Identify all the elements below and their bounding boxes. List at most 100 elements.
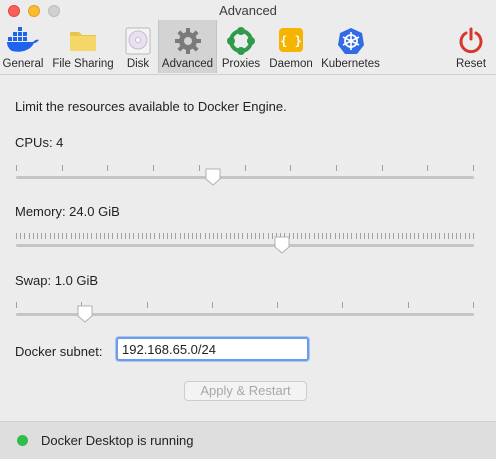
slider-tick (339, 233, 340, 239)
slider-tick (469, 233, 470, 239)
tab-disk-label: Disk (126, 58, 150, 70)
slider-tick (293, 233, 294, 239)
memory-slider-ticks (16, 233, 474, 241)
cpus-slider[interactable] (16, 165, 474, 191)
tab-disk[interactable]: Disk (121, 20, 155, 73)
slider-tick (368, 233, 369, 239)
slider-tick (125, 233, 126, 239)
slider-tick (456, 233, 457, 239)
slider-tick (427, 233, 428, 239)
slider-tick (330, 233, 331, 239)
slider-tick (385, 233, 386, 239)
tab-proxies-label: Proxies (221, 58, 261, 70)
slider-tick (112, 233, 113, 239)
tab-daemon[interactable]: { } Daemon (266, 20, 316, 73)
slider-tick (414, 233, 415, 239)
slider-tick (159, 233, 160, 239)
slider-tick (104, 233, 105, 239)
slider-tick (277, 302, 278, 308)
slider-tick (247, 233, 248, 239)
swap-slider-thumb[interactable] (76, 305, 94, 323)
slider-tick (408, 302, 409, 308)
slider-tick (389, 233, 390, 239)
slider-tick (326, 233, 327, 239)
slider-tick (402, 233, 403, 239)
slider-tick (91, 233, 92, 239)
slider-tick (309, 233, 310, 239)
slider-tick (314, 233, 315, 239)
window-title: Advanced (219, 3, 277, 18)
apply-restart-button[interactable]: Apply & Restart (184, 381, 307, 401)
slider-tick (75, 233, 76, 239)
slider-tick (20, 233, 21, 239)
slider-tick (377, 233, 378, 239)
docker-whale-icon (7, 27, 39, 52)
slider-tick (107, 165, 108, 171)
tab-file-sharing[interactable]: File Sharing (49, 20, 117, 73)
reset-button[interactable]: Reset (450, 20, 492, 73)
cpus-label: CPUs: 4 (15, 135, 64, 150)
memory-slider-thumb[interactable] (273, 236, 291, 254)
slider-tick (431, 233, 432, 239)
slider-tick (117, 233, 118, 239)
slider-tick (121, 233, 122, 239)
daemon-icon: { } (279, 28, 303, 52)
swap-slider[interactable] (16, 302, 474, 328)
tab-file-sharing-label: File Sharing (52, 58, 114, 70)
zoom-window-button[interactable] (48, 5, 60, 17)
slider-tick (423, 233, 424, 239)
slider-tick (473, 302, 474, 308)
slider-tick (259, 233, 260, 239)
slider-tick (66, 233, 67, 239)
tab-general[interactable]: General (0, 20, 46, 73)
slider-tick (184, 233, 185, 239)
slider-tick (351, 233, 352, 239)
slider-tick (343, 233, 344, 239)
close-window-button[interactable] (8, 5, 20, 17)
slider-tick (154, 233, 155, 239)
swap-label: Swap: 1.0 GiB (15, 273, 99, 288)
tab-advanced[interactable]: Advanced (158, 20, 217, 73)
slider-tick (16, 233, 17, 239)
subnet-input[interactable] (116, 337, 309, 361)
minimize-window-button[interactable] (28, 5, 40, 17)
slider-tick (221, 233, 222, 239)
cpus-slider-thumb[interactable] (204, 168, 222, 186)
memory-slider[interactable] (16, 233, 474, 259)
power-icon (459, 27, 483, 54)
slider-tick (364, 233, 365, 239)
slider-tick (297, 233, 298, 239)
slider-tick (322, 233, 323, 239)
slider-tick (410, 233, 411, 239)
memory-label: Memory: 24.0 GiB (15, 204, 120, 219)
slider-tick (444, 233, 445, 239)
slider-tick (54, 233, 55, 239)
slider-tick (133, 233, 134, 239)
gear-icon (174, 28, 201, 54)
slider-tick (150, 233, 151, 239)
slider-tick (460, 233, 461, 239)
slider-tick (335, 233, 336, 239)
slider-tick (100, 233, 101, 239)
tab-kubernetes[interactable]: Kubernetes (318, 20, 383, 73)
slider-tick (146, 233, 147, 239)
slider-tick (448, 233, 449, 239)
slider-tick (360, 233, 361, 239)
advanced-settings-panel: Limit the resources available to Docker … (0, 74, 496, 421)
slider-tick (153, 165, 154, 171)
slider-tick (192, 233, 193, 239)
memory-slider-track (16, 244, 474, 247)
slider-tick (473, 233, 474, 239)
slider-tick (301, 233, 302, 239)
slider-tick (255, 233, 256, 239)
slider-tick (393, 233, 394, 239)
slider-tick (427, 165, 428, 171)
slider-tick (372, 233, 373, 239)
slider-tick (452, 233, 453, 239)
slider-tick (200, 233, 201, 239)
tab-proxies[interactable]: Proxies (219, 20, 263, 73)
slider-tick (129, 233, 130, 239)
slider-tick (212, 302, 213, 308)
preferences-toolbar: General File Sharing Disk Advanced Proxi… (0, 20, 496, 74)
slider-tick (163, 233, 164, 239)
